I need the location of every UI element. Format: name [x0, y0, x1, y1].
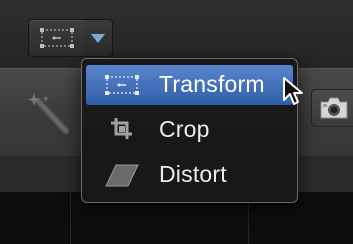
menu-item-distort[interactable]: Distort: [86, 155, 293, 195]
transform-mode-button[interactable]: [28, 19, 86, 57]
transform-icon: [105, 75, 139, 95]
chevron-down-icon: [91, 34, 105, 43]
menu-item-transform[interactable]: Transform: [86, 65, 293, 105]
menu-item-label: Distort: [159, 161, 227, 187]
snapshot-button[interactable]: [311, 89, 353, 127]
transform-icon: [40, 28, 74, 48]
mouse-pointer-icon: [283, 77, 303, 105]
transform-mode-menu: Transform Crop Distort: [81, 58, 298, 203]
menu-item-label: Transform: [159, 71, 265, 97]
crop-icon: [111, 118, 132, 139]
distort-icon: [105, 164, 139, 187]
menu-item-label: Crop: [159, 116, 210, 142]
magic-wand-icon[interactable]: [26, 91, 74, 135]
mode-dropdown-button[interactable]: [84, 19, 113, 57]
timeline-divider: [70, 193, 71, 244]
camera-icon: [320, 97, 348, 119]
menu-item-crop[interactable]: Crop: [86, 110, 293, 150]
